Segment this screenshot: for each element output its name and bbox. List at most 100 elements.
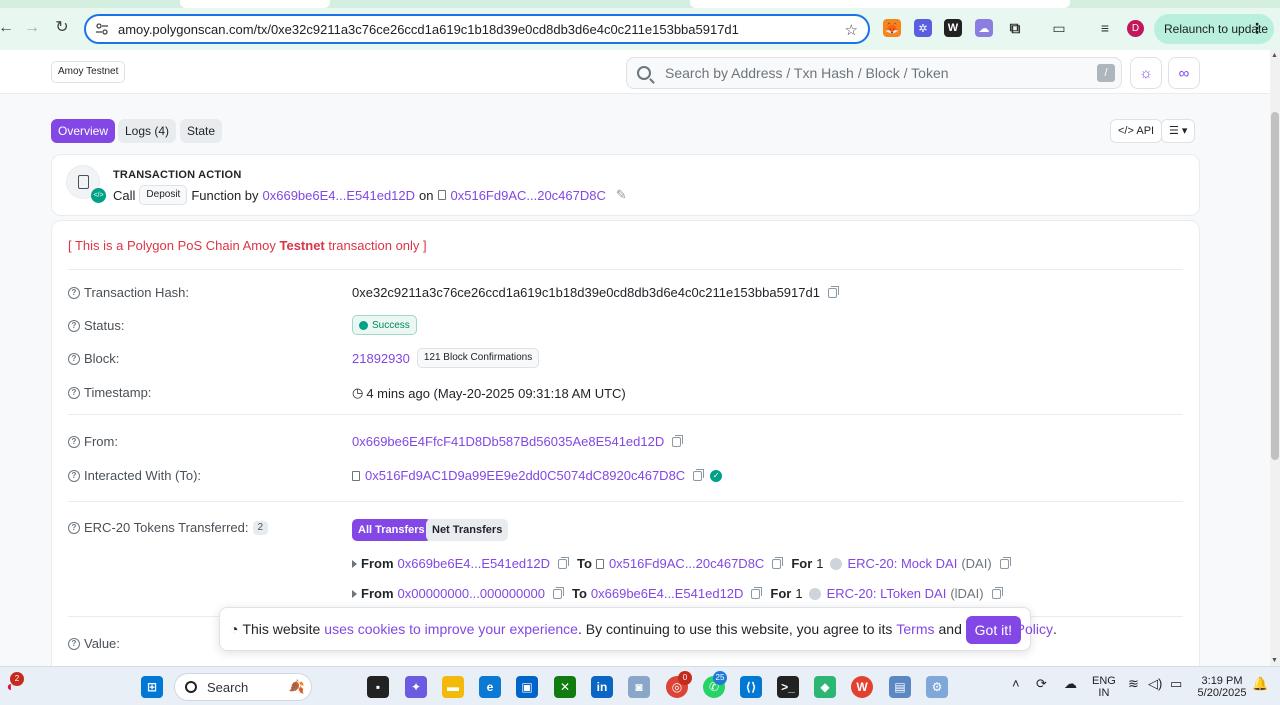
network-badge[interactable]: Amoy Testnet: [51, 61, 126, 83]
taskbar-search[interactable]: Search 🍂: [174, 673, 312, 701]
media-controls-icon[interactable]: ≡: [1096, 19, 1114, 37]
tab-background[interactable]: [690, 0, 1070, 8]
tab-net-transfers[interactable]: Net Transfers: [426, 519, 509, 541]
extensions-puzzle-icon[interactable]: ⧉: [1006, 19, 1024, 37]
reload-icon[interactable]: ↻: [52, 18, 72, 38]
transfer-from-link[interactable]: 0x00000000...000000000: [398, 586, 545, 601]
terminal-icon[interactable]: >_: [777, 676, 799, 698]
expand-arrow-icon[interactable]: [352, 589, 357, 598]
copy-icon[interactable]: [672, 434, 684, 447]
action-from-link[interactable]: 0x669be6E4...E541ed12D: [263, 188, 416, 203]
copy-icon[interactable]: [552, 586, 564, 599]
metamask-icon[interactable]: 🦊: [883, 19, 901, 37]
from-address-link[interactable]: 0x669be6E4FfcF41D8Db587Bd56035Ae8E541ed1…: [352, 434, 664, 449]
tab-search-icon[interactable]: ▭: [1050, 19, 1068, 37]
copy-icon[interactable]: [558, 556, 570, 569]
scroll-thumb[interactable]: [1271, 112, 1279, 460]
image-viewer-icon[interactable]: ▤: [889, 676, 911, 698]
theme-toggle-button[interactable]: ☼: [1130, 57, 1162, 89]
transfer-to-link[interactable]: 0x516Fd9AC...20c467D8C: [609, 556, 764, 571]
expand-arrow-icon[interactable]: [352, 559, 357, 568]
forward-icon[interactable]: →: [22, 18, 42, 38]
relaunch-button[interactable]: Relaunch to update ⋮: [1154, 14, 1274, 44]
linkedin-icon[interactable]: in: [591, 676, 613, 698]
scroll-up-arrow-icon[interactable]: ▲: [1271, 52, 1278, 59]
site-info-icon[interactable]: [94, 21, 110, 37]
address-bar[interactable]: amoy.polygonscan.com/tx/0xe32c9211a3c76c…: [84, 14, 870, 44]
view-options-button[interactable]: ☰ ▾: [1161, 119, 1196, 143]
for-keyword: For: [770, 586, 792, 601]
xbox-icon[interactable]: ✕: [554, 676, 576, 698]
block-link[interactable]: 21892930: [352, 351, 410, 366]
action-to-link[interactable]: 0x516Fd9AC...20c467D8C: [451, 188, 606, 203]
w-extension-icon[interactable]: W: [944, 19, 962, 37]
task-view-icon[interactable]: ▪: [367, 676, 389, 698]
tab-overview[interactable]: Overview: [51, 119, 116, 143]
tab-logs[interactable]: Logs (4): [118, 119, 177, 143]
action-title: TRANSACTION ACTION: [113, 169, 242, 181]
settings-app-icon[interactable]: ⚙: [926, 676, 948, 698]
browser-toolbar: ← → ↻ amoy.polygonscan.com/tx/0xe32c9211…: [0, 0, 1280, 50]
help-icon[interactable]: ?: [68, 469, 80, 482]
polygon-logo-button[interactable]: ∞: [1168, 57, 1200, 89]
copy-icon[interactable]: [999, 556, 1011, 569]
cloud-icon[interactable]: ☁: [1064, 677, 1077, 690]
divider: [68, 501, 1183, 502]
clock[interactable]: 3:19 PM 5/20/2025: [1196, 675, 1248, 699]
copy-icon[interactable]: [772, 556, 784, 569]
file-explorer-icon[interactable]: ▬: [442, 676, 464, 698]
api-button[interactable]: </> API: [1110, 119, 1163, 143]
cookie-policy-link[interactable]: uses cookies to improve your experience: [324, 621, 578, 637]
photos-icon[interactable]: ◙: [628, 676, 650, 698]
token-link[interactable]: ERC-20: LToken DAI: [827, 586, 947, 601]
copy-icon[interactable]: [991, 586, 1003, 599]
token-link[interactable]: ERC-20: Mock DAI: [848, 556, 958, 571]
search-input[interactable]: Search by Address / Txn Hash / Block / T…: [626, 57, 1122, 89]
help-icon[interactable]: ?: [68, 352, 80, 365]
copy-icon[interactable]: [693, 468, 705, 481]
windows-start-icon[interactable]: ⊞: [141, 676, 163, 698]
help-icon[interactable]: ?: [68, 386, 80, 399]
to-address-link[interactable]: 0x516Fd9AC1D9a99EE9e2dd0C5074dC8920c467D…: [365, 468, 685, 483]
battery-icon[interactable]: ▭: [1170, 677, 1182, 690]
git-icon[interactable]: ◆: [814, 676, 836, 698]
edge-icon[interactable]: e: [479, 676, 501, 698]
vscode-icon[interactable]: ⟨⟩: [740, 676, 762, 698]
volume-icon[interactable]: ◁): [1148, 677, 1162, 690]
edit-icon[interactable]: ✎: [616, 187, 627, 203]
transfer-to-link[interactable]: 0x669be6E4...E541ed12D: [591, 586, 744, 601]
got-it-button[interactable]: Got it!: [965, 616, 1021, 644]
cookie-text: and: [938, 621, 962, 637]
help-icon[interactable]: ?: [68, 319, 80, 332]
help-icon[interactable]: ?: [68, 435, 80, 448]
store-icon[interactable]: ▣: [516, 676, 538, 698]
tab-background[interactable]: [180, 0, 330, 8]
status-badge: Success: [352, 315, 417, 335]
bookmark-star-icon[interactable]: ☆: [845, 21, 858, 39]
copy-icon[interactable]: [827, 285, 839, 298]
cloud-extension-icon[interactable]: ☁: [975, 19, 993, 37]
back-icon[interactable]: ←: [0, 18, 16, 38]
wifi-icon[interactable]: ≋: [1128, 677, 1139, 690]
help-icon[interactable]: ?: [68, 521, 80, 534]
chevron-up-icon[interactable]: ˄: [1012, 677, 1020, 690]
language-indicator[interactable]: ENG IN: [1092, 675, 1116, 699]
tab-state[interactable]: State: [180, 119, 223, 143]
page-scrollbar[interactable]: ▲ ▼: [1270, 50, 1280, 666]
extension-icon[interactable]: ✲: [914, 19, 932, 37]
wps-icon[interactable]: W: [851, 676, 873, 698]
help-icon[interactable]: ?: [68, 286, 80, 299]
tab-all-transfers[interactable]: All Transfers: [352, 519, 431, 541]
scroll-down-arrow-icon[interactable]: ▼: [1271, 657, 1278, 664]
hash-value: 0xe32c9211a3c76ce26ccd1a619c1b18d39e0cd8…: [352, 285, 839, 300]
to-keyword: To: [571, 586, 587, 601]
more-menu-icon[interactable]: ⋮: [1250, 20, 1264, 37]
help-icon[interactable]: ?: [68, 637, 80, 650]
terms-link[interactable]: Terms: [896, 621, 934, 637]
notification-bell-icon[interactable]: 🔔: [1252, 677, 1268, 690]
sync-icon[interactable]: ⟳: [1036, 677, 1047, 690]
copilot-icon[interactable]: ✦: [405, 676, 427, 698]
copy-icon[interactable]: [751, 586, 763, 599]
profile-avatar[interactable]: D: [1127, 20, 1144, 37]
transfer-from-link[interactable]: 0x669be6E4...E541ed12D: [398, 556, 551, 571]
